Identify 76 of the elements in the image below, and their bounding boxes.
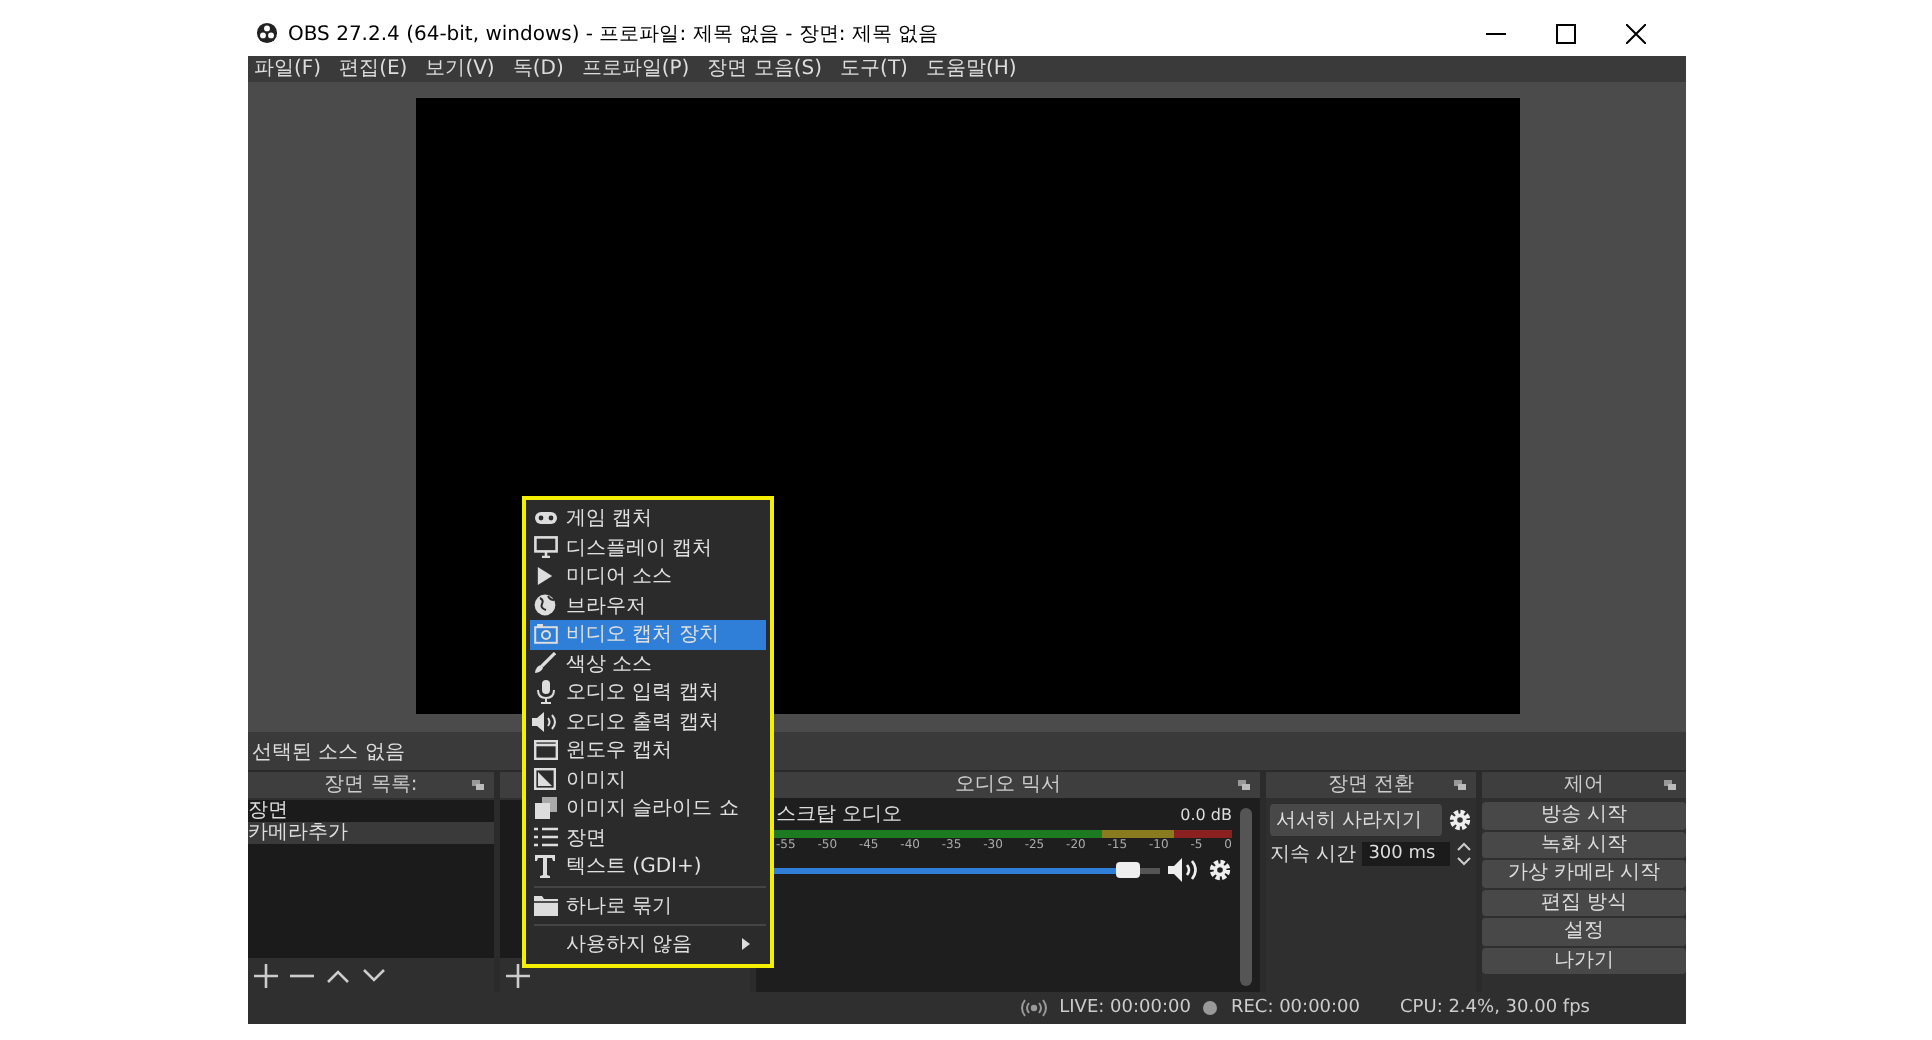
menu-item[interactable]: 미디어 소스 [530, 562, 766, 591]
scene-item[interactable]: 장면 [248, 800, 494, 822]
control-button[interactable]: 녹화 시작 [1482, 831, 1686, 858]
menu-item[interactable]: 오디오 출력 캡처 [530, 707, 766, 736]
recording-status: REC: 00:00:00 [1230, 998, 1361, 1018]
menu-item[interactable]: 파일(F) [254, 56, 322, 82]
folder-icon [533, 895, 557, 916]
microphone-icon [535, 680, 555, 705]
duration-field[interactable]: 300 ms [1362, 842, 1450, 866]
app-logo-icon [256, 22, 278, 44]
channel-name: 스크탑 오디오 [776, 804, 903, 826]
settings-icon[interactable] [1448, 808, 1472, 832]
control-button[interactable]: 설정 [1482, 918, 1686, 945]
window-icon [533, 740, 557, 761]
globe-icon [534, 594, 556, 617]
menu-item[interactable]: 이미지 [530, 765, 766, 794]
undock-icon[interactable] [1664, 780, 1676, 790]
menu-item[interactable]: 프로파일(P) [581, 56, 690, 82]
menu-item[interactable]: 텍스트 (GDI+) [530, 852, 766, 881]
speaker-icon[interactable] [1168, 858, 1200, 882]
live-status: LIVE: 00:00:00 [1059, 998, 1191, 1018]
speaker-icon [532, 711, 558, 732]
menu-item[interactable]: 도구(T) [840, 56, 908, 82]
duration-label: 지속 시간 [1270, 842, 1357, 868]
no-source-label: 선택된 소스 없음 [252, 739, 405, 765]
move-down-icon[interactable] [362, 963, 386, 987]
menu-item[interactable]: 브라우저 [530, 591, 766, 620]
panel-title: 제어 [1564, 772, 1604, 798]
window-title: OBS 27.2.4 (64-bit, windows) - 프로파일: 제목 없음 - 장면: 제목 없음 [288, 21, 939, 47]
panel-title: 오디오 믹서 [954, 772, 1062, 798]
control-button[interactable]: 나가기 [1482, 947, 1686, 974]
menu-item[interactable]: 독(D) [512, 56, 564, 82]
menu-item[interactable]: 편집(E) [339, 56, 408, 82]
list-icon [533, 826, 557, 849]
menu-item[interactable]: 윈도우 캡처 [530, 736, 766, 765]
panel-title: 장면 전환 [1327, 772, 1415, 798]
broadcast-icon [1019, 998, 1048, 1018]
volume-slider[interactable] [768, 867, 1160, 873]
settings-icon[interactable] [1208, 858, 1232, 882]
scrollbar[interactable] [1240, 808, 1252, 986]
image-icon [534, 768, 556, 791]
add-icon[interactable] [254, 963, 278, 987]
menu-item[interactable]: 사용하지 않음 [530, 930, 766, 959]
cpu-status: CPU: 2.4%, 30.00 fps [1400, 998, 1590, 1018]
camera-icon [533, 624, 557, 645]
menu-item[interactable]: 디스플레이 캡처 [530, 533, 766, 562]
text-tool-icon [534, 854, 556, 879]
menu-item[interactable]: 이미지 슬라이드 쇼 [530, 794, 766, 823]
close-icon[interactable] [1626, 23, 1646, 43]
menu-item[interactable]: 장면 모음(S) [707, 56, 823, 82]
panel-title: 장면 목록: [324, 772, 418, 798]
undock-icon[interactable] [472, 780, 484, 790]
spinner-arrows-icon[interactable] [1456, 840, 1472, 868]
maximize-icon[interactable] [1556, 23, 1576, 43]
menu-item[interactable]: 보기(V) [425, 56, 495, 82]
menu-item[interactable]: 게임 캡처 [530, 504, 766, 533]
control-button[interactable]: 편집 방식 [1482, 889, 1686, 916]
menu-item[interactable]: 하나로 묶기 [530, 891, 766, 920]
undock-icon[interactable] [1238, 780, 1250, 790]
menu-item[interactable]: 도움말(H) [925, 56, 1017, 82]
menu-item[interactable]: 장면 [530, 823, 766, 852]
control-button[interactable]: 방송 시작 [1482, 802, 1686, 829]
menu-item[interactable]: 색상 소스 [530, 649, 766, 678]
monitor-icon [533, 536, 557, 559]
record-dot-icon [1202, 1000, 1219, 1016]
transition-dropdown[interactable]: 서서히 사라지기 [1270, 804, 1442, 836]
stacked-images-icon [533, 796, 557, 821]
control-button[interactable]: 가상 카메라 시작 [1482, 860, 1686, 887]
undock-icon[interactable] [1454, 780, 1466, 790]
add-icon[interactable] [506, 963, 530, 987]
volume-reading: 0.0 dB [1180, 804, 1232, 826]
play-icon [536, 566, 554, 587]
brush-icon [534, 652, 556, 675]
scene-item[interactable]: 카메라추가 [248, 822, 494, 844]
menu-item[interactable]: 오디오 입력 캡처 [530, 678, 766, 707]
gamepad-icon [533, 510, 557, 527]
